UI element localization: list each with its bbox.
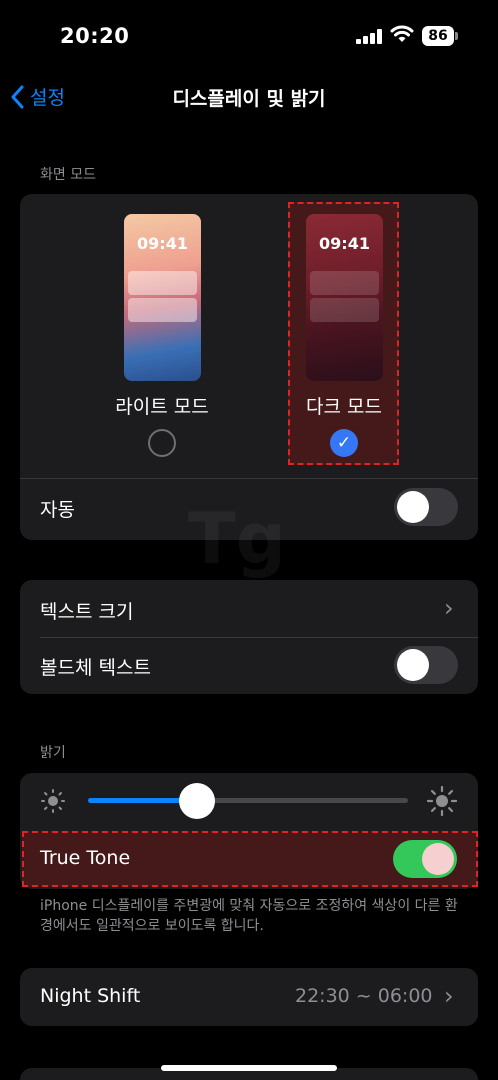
sun-large-icon [427, 786, 457, 816]
bold-text-label: 볼드체 텍스트 [40, 657, 151, 679]
text-card: 텍스트 크기 › 볼드체 텍스트 [20, 580, 478, 694]
battery-icon: 86 [422, 26, 454, 46]
chevron-right-icon: › [444, 982, 454, 1010]
wifi-icon [390, 25, 414, 42]
toggle-knob [397, 649, 429, 681]
chevron-right-icon: › [444, 594, 454, 622]
status-bar: 20:20 86 [0, 0, 498, 76]
light-mode-radio[interactable] [148, 429, 176, 457]
battery-cap [455, 32, 458, 40]
true-tone-toggle[interactable] [393, 840, 457, 878]
page-title: 디스플레이 및 밝기 [172, 88, 326, 110]
automatic-label: 자동 [40, 499, 75, 521]
dark-mode-preview[interactable]: 09:41 [306, 214, 383, 381]
light-preview-clock: 09:41 [137, 234, 188, 253]
bold-text-toggle[interactable] [394, 646, 458, 684]
watermark: Tg [188, 498, 286, 580]
text-size-label: 텍스트 크기 [40, 601, 134, 623]
checkmark-icon: ✓ [336, 433, 352, 453]
brightness-slider-knob[interactable] [178, 783, 215, 819]
navigation-bar: 설정 디스플레이 및 밝기 [0, 76, 498, 120]
home-indicator[interactable] [161, 1065, 337, 1071]
dark-preview-widget [310, 298, 379, 322]
divider [40, 637, 478, 638]
dark-preview-widget [310, 271, 379, 295]
dark-preview-clock: 09:41 [319, 234, 370, 253]
light-preview-widget [128, 271, 197, 295]
true-tone-label: True Tone [40, 847, 131, 869]
light-mode-label: 라이트 모드 [115, 396, 209, 418]
toggle-knob [422, 843, 454, 875]
automatic-toggle[interactable] [394, 488, 458, 526]
appearance-card: 09:41 라이트 모드 09:41 다크 모드 ✓ 자동 [20, 194, 478, 540]
divider [20, 478, 478, 479]
brightness-section-header: 밝기 [40, 745, 66, 761]
dark-mode-label: 다크 모드 [306, 396, 382, 418]
light-mode-preview[interactable]: 09:41 [124, 214, 201, 381]
dark-mode-radio[interactable]: ✓ [330, 429, 358, 457]
night-shift-row[interactable]: Night Shift 22:30 ~ 06:00 › [20, 968, 478, 1026]
night-shift-schedule: 22:30 ~ 06:00 [295, 985, 433, 1007]
light-preview-widget [128, 298, 197, 322]
text-size-row[interactable]: 텍스트 크기 › [20, 580, 478, 637]
sun-small-icon [41, 789, 65, 813]
cellular-signal-icon [356, 28, 382, 44]
appearance-section-header: 화면 모드 [40, 167, 96, 183]
brightness-slider[interactable] [88, 783, 408, 819]
true-tone-footer: iPhone 디스플레이를 주변광에 맞춰 자동으로 조정하여 색상이 다른 환… [40, 898, 458, 934]
night-shift-label: Night Shift [40, 985, 141, 1007]
status-time: 20:20 [60, 24, 130, 48]
toggle-knob [397, 491, 429, 523]
